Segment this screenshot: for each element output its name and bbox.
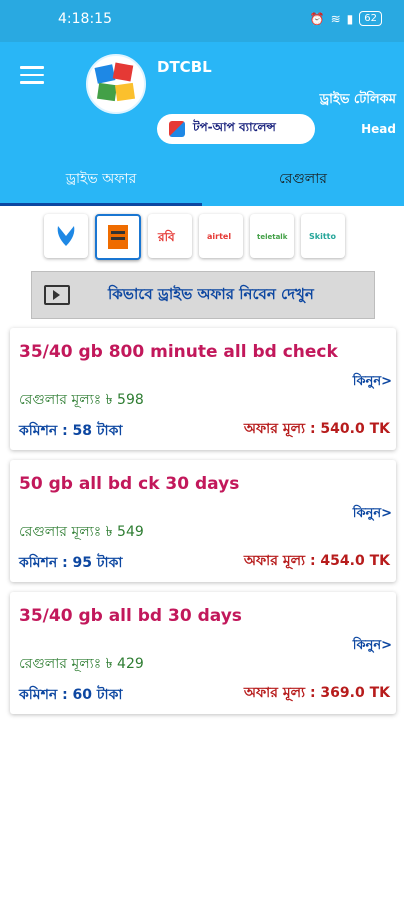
offer-price: অফার মূল্য : 369.0 TK [243, 685, 390, 701]
video-tutorial-label: কিভাবে ড্রাইভ অফার নিবেন দেখুন [108, 284, 314, 303]
svg-text:Skitto: Skitto [309, 232, 336, 241]
operator-grameenphone[interactable] [44, 214, 88, 258]
video-tutorial-banner[interactable]: কিভাবে ড্রাইভ অফার নিবেন দেখুন [31, 271, 375, 319]
operator-skitto[interactable]: Skitto [301, 214, 345, 258]
buy-button[interactable]: কিনুন> [353, 372, 392, 393]
status-time: 4:18:15 [58, 11, 112, 27]
regular-price: রেগুলার মূল্যঃ ৳ 598 [19, 392, 144, 408]
topup-balance-label: টপ-আপ ব্যালেন্স [193, 120, 276, 134]
commission: কমিশন : 60 টাকা [19, 687, 123, 703]
svg-text:রবি: রবি [157, 229, 176, 244]
offer-title: 35/40 gb all bd 30 days [19, 606, 242, 626]
play-video-icon [44, 285, 70, 305]
offer-price: অফার মূল্য : 454.0 TK [243, 553, 390, 569]
operator-selector: রবি airtel teletalk Skitto [44, 214, 345, 260]
regular-price: রেগুলার মূল্যঃ ৳ 549 [19, 524, 144, 540]
signal-icon: ▮ [346, 11, 354, 26]
tab-regular[interactable]: রেগুলার [202, 152, 404, 206]
offer-title: 35/40 gb 800 minute all bd check [19, 342, 338, 362]
operator-airtel[interactable]: airtel [199, 214, 243, 258]
commission: কমিশন : 95 টাকা [19, 555, 123, 571]
alarm-icon: ⏰ [309, 11, 325, 26]
wifi-icon: ≋ [330, 11, 341, 26]
app-name: DTCBL [157, 58, 212, 76]
status-icons: ⏰ ≋ ▮ 62 [310, 11, 382, 26]
svg-text:airtel: airtel [207, 232, 231, 241]
commission: কমিশন : 58 টাকা [19, 423, 123, 439]
menu-icon[interactable] [20, 66, 44, 89]
offer-card[interactable]: 35/40 gb all bd 30 days কিনুন> রেগুলার ম… [10, 592, 396, 714]
operator-teletalk[interactable]: teletalk [250, 214, 294, 258]
tab-indicator [0, 203, 202, 206]
offer-title: 50 gb all bd ck 30 days [19, 474, 240, 494]
app-logo [86, 54, 146, 114]
operator-robi[interactable]: রবি [148, 214, 192, 258]
skitto-logo-icon: Skitto [309, 232, 336, 241]
battery-indicator: 62 [359, 11, 382, 26]
app-header: DTCBL ড্রাইভ টেলিকম Head টপ-আপ ব্যালেন্স [0, 42, 404, 152]
teletalk-logo-icon: teletalk [257, 233, 288, 241]
grameenphone-logo-icon [57, 226, 75, 246]
robi-logo-icon: রবি [157, 229, 176, 244]
wallet-icon [169, 121, 185, 137]
tab-drive-offer[interactable]: ড্রাইভ অফার [0, 152, 202, 206]
buy-button[interactable]: কিনুন> [353, 636, 392, 657]
status-bar: 4:18:15 ⏰ ≋ ▮ 62 [0, 0, 404, 42]
operator-banglalink[interactable] [95, 214, 141, 260]
offer-price: অফার মূল্য : 540.0 TK [243, 421, 390, 437]
app-subtitle: ড্রাইভ টেলিকম [319, 92, 396, 107]
buy-button[interactable]: কিনুন> [353, 504, 392, 525]
banglalink-logo-icon [108, 225, 128, 249]
user-role: Head [361, 122, 396, 136]
topup-balance-button[interactable]: টপ-আপ ব্যালেন্স [157, 114, 315, 144]
airtel-logo-icon: airtel [207, 232, 231, 241]
tab-bar: ড্রাইভ অফার রেগুলার [0, 152, 404, 206]
offer-card[interactable]: 35/40 gb 800 minute all bd check কিনুন> … [10, 328, 396, 450]
regular-price: রেগুলার মূল্যঃ ৳ 429 [19, 656, 144, 672]
offer-card[interactable]: 50 gb all bd ck 30 days কিনুন> রেগুলার ম… [10, 460, 396, 582]
svg-text:teletalk: teletalk [257, 233, 288, 241]
